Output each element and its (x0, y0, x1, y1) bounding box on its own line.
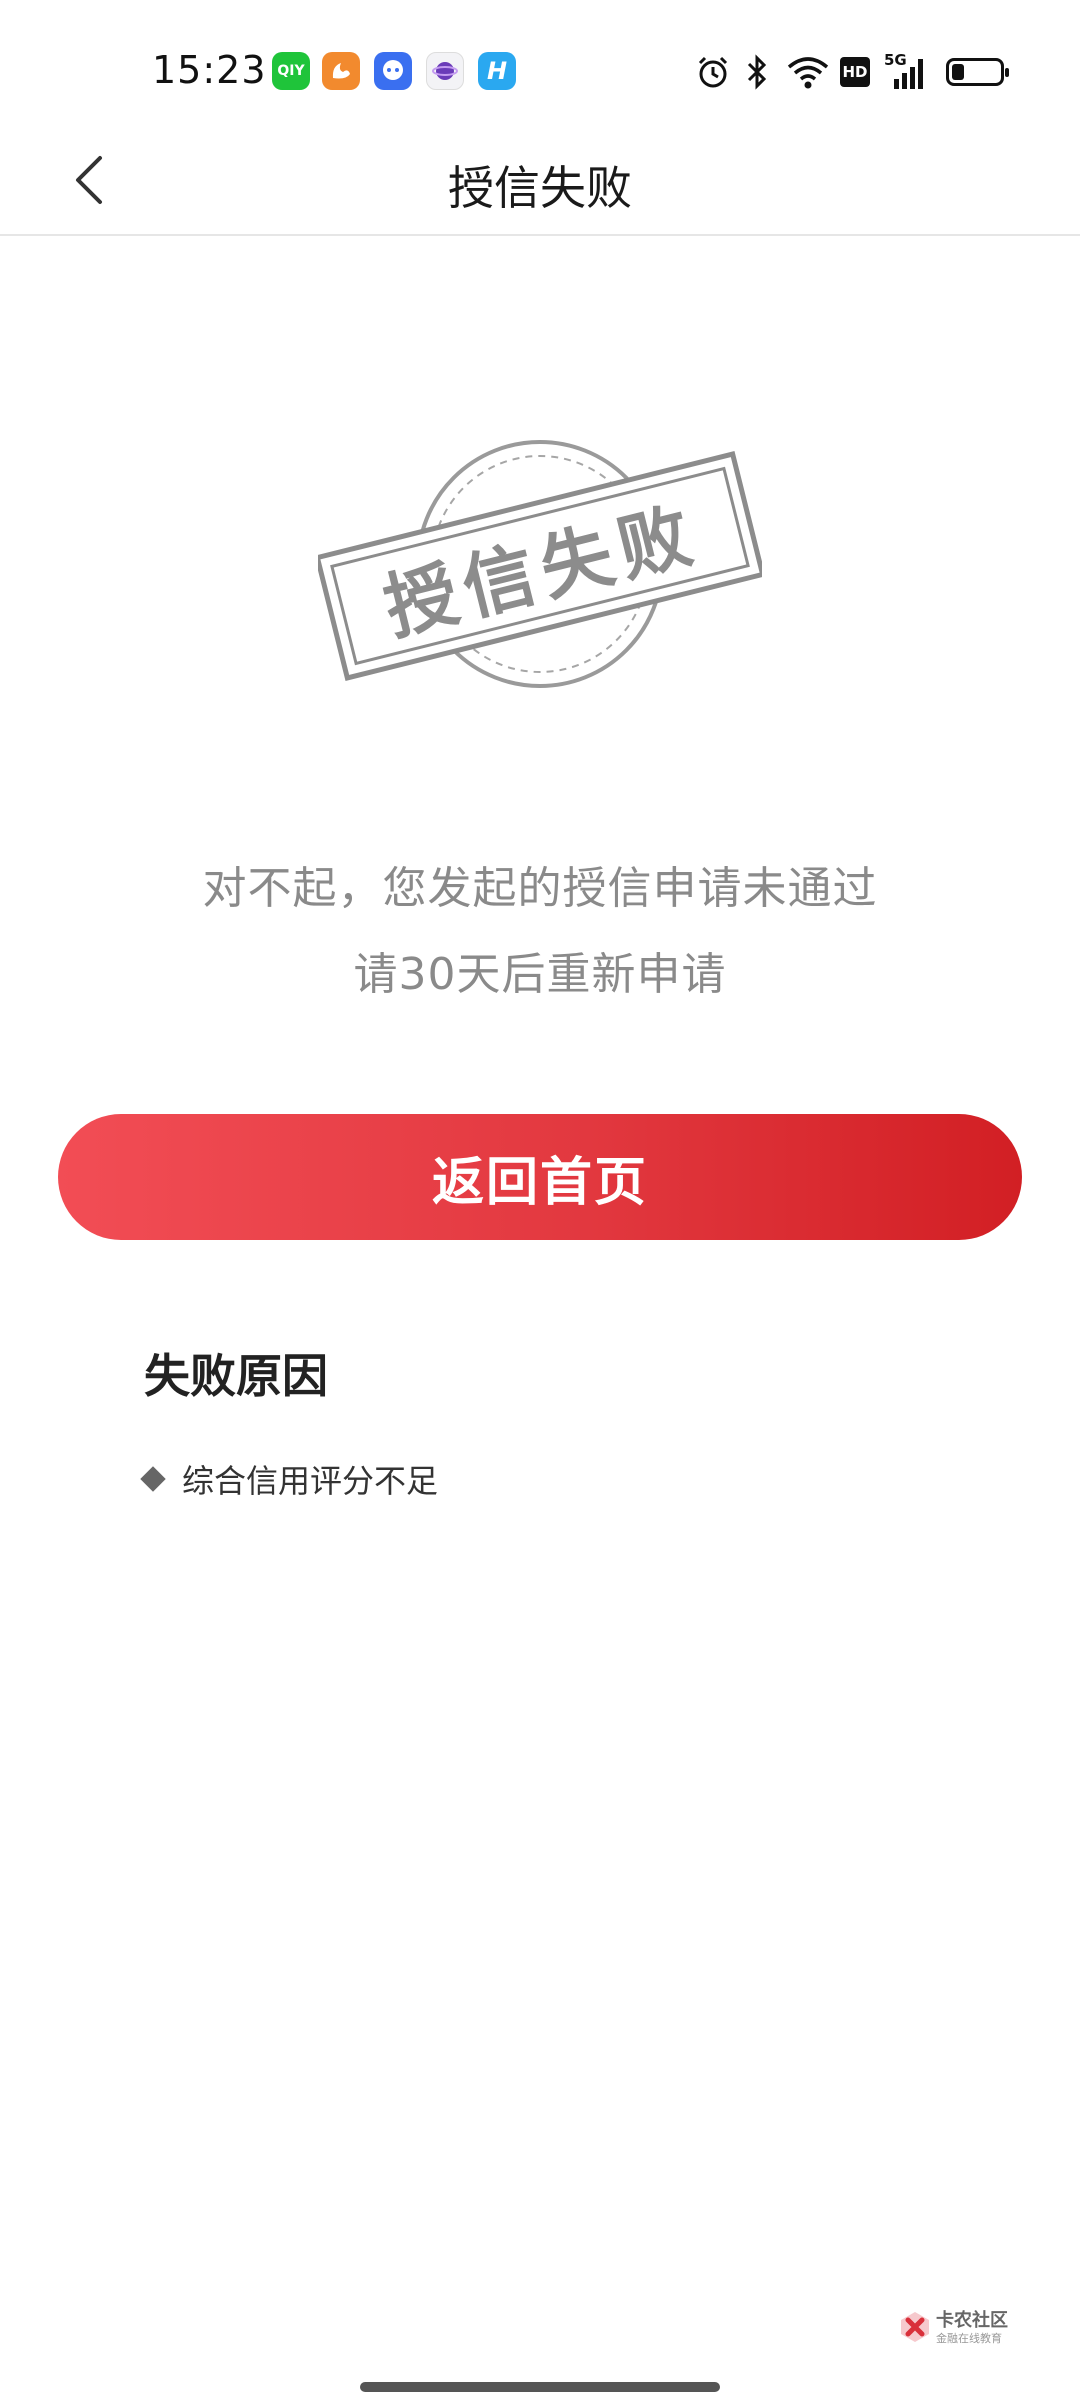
watermark-logo: 卡农社区 金融在线教育 (898, 2306, 1022, 2350)
h-app-icon: H (478, 52, 516, 90)
reason-title: 失败原因 (144, 1349, 328, 1403)
planet-app-icon (426, 52, 464, 90)
diamond-bullet-icon (140, 1466, 166, 1492)
status-indicators: HD 5G (694, 51, 1009, 92)
iqiyi-icon: QIY (272, 52, 310, 90)
battery-icon (946, 58, 1009, 86)
watermark-subtitle: 金融在线教育 (936, 2332, 1002, 2345)
signal-5g-icon: 5G (884, 51, 924, 91)
wifi-icon (787, 57, 829, 89)
return-home-label: 返回首页 (431, 1152, 648, 1213)
alarm-icon (698, 56, 728, 88)
reason-text: 综合信用评分不足 (182, 1462, 439, 1500)
retry-message: 请30天后重新申请 (353, 949, 727, 1000)
status-bar: 15:23 QIY H HD 5G (0, 0, 1080, 130)
reason-item: 综合信用评分不足 (140, 1456, 438, 1502)
return-home-button[interactable]: 返回首页 (58, 1114, 1022, 1240)
page-title: 授信失败 (448, 161, 632, 215)
failure-stamp: 授信失败 (314, 432, 766, 696)
bluetooth-icon (747, 54, 767, 90)
watermark-title: 卡农社区 (936, 2310, 1008, 2331)
nav-bar: 授信失败 (0, 130, 1080, 236)
hd-icon: HD (840, 57, 870, 87)
home-indicator[interactable] (360, 2382, 720, 2392)
chat-app-icon (374, 52, 412, 90)
status-time: 15:23 (152, 48, 267, 92)
failure-message: 对不起，您发起的授信申请未通过 (202, 863, 878, 914)
uc-browser-icon (322, 52, 360, 90)
